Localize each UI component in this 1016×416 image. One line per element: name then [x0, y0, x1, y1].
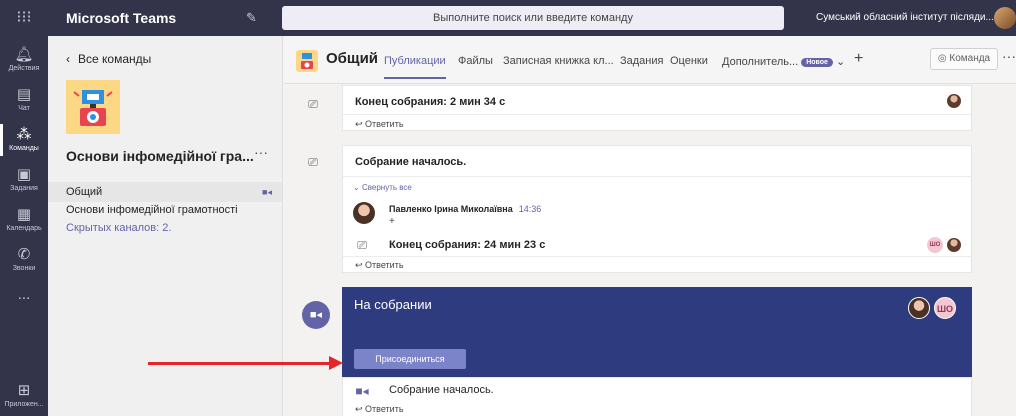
annotation-arrow-shaft: [148, 362, 332, 365]
annotation-arrow-head: [329, 356, 343, 370]
apps-icon: ⊞: [17, 382, 31, 399]
tab-files[interactable]: Файлы: [458, 55, 493, 67]
divider: [343, 256, 971, 257]
rail-item-more[interactable]: ...: [0, 280, 48, 320]
participant-initials-badge: ШО: [934, 297, 956, 319]
channel-header: Общий Публикации Файлы Записная книжка к…: [284, 36, 1016, 84]
channel-general[interactable]: Общий ■◂: [48, 182, 282, 202]
rail-item-label: Действия: [8, 65, 40, 72]
collapse-label: Свернуть все: [361, 183, 412, 192]
team-panel: ‹ Все команды Основи інфомедійної гра... …: [48, 36, 283, 416]
meeting-ended-icon: ⎚: [357, 238, 367, 252]
meeting-camera-icon: ■◂: [302, 301, 330, 329]
all-teams-label: Все команды: [78, 52, 152, 66]
tab-more-label: Дополнитель...: [722, 56, 799, 68]
channel-info-literacy[interactable]: Основи інфомедійної грамотності: [66, 204, 238, 216]
participant-avatar: [947, 238, 961, 252]
participant-avatar: [908, 297, 930, 319]
author-name: Павленко Ірина Миколаївна: [389, 204, 513, 214]
calls-icon: ✆: [17, 246, 31, 263]
calendar-icon: ▦: [16, 206, 32, 223]
participant-avatar: [947, 94, 961, 108]
app-title: Microsoft Teams: [66, 10, 177, 26]
reply-label: Ответить: [365, 260, 404, 270]
reply-label: Ответить: [365, 404, 404, 414]
search-input[interactable]: Выполните поиск или введите команду: [282, 6, 784, 30]
tab-grades[interactable]: Оценки: [670, 55, 708, 67]
rail-item-calendar[interactable]: ▦ Календарь: [0, 200, 48, 240]
rail-item-label: Чат: [18, 105, 30, 112]
rail-item-label: Задания: [10, 185, 38, 192]
channel-team-logo: [296, 50, 318, 72]
user-avatar[interactable]: [994, 7, 1016, 29]
team-info-button[interactable]: ◎ Команда: [930, 48, 998, 70]
meeting-camera-icon: ■◂: [262, 187, 272, 197]
post-meeting-started: Собрание началось. ⌄ Свернуть все Павлен…: [342, 145, 972, 273]
post-text: Конец собрания: 2 мин 34 с: [355, 96, 506, 108]
divider: [343, 114, 971, 115]
rail-item-label: Приложен...: [4, 401, 44, 408]
tab-class-notebook[interactable]: Записная книжка кл...: [503, 55, 614, 67]
reply-button[interactable]: ↩ Ответить: [355, 119, 404, 130]
rail-item-label: Звонки: [12, 265, 36, 272]
reply-content: +: [389, 216, 395, 227]
post-meeting-ended: Конец собрания: 2 мин 34 с ↩ Ответить: [342, 85, 972, 131]
rail-item-calls[interactable]: ✆ Звонки: [0, 240, 48, 280]
hidden-channels-link[interactable]: Скрытых каналов: 2.: [66, 222, 171, 234]
chevron-down-icon: ⌄: [836, 56, 846, 68]
reply-author: Павленко Ірина Миколаївна 14:36: [389, 204, 541, 214]
rail-item-chat[interactable]: ▤ Чат: [0, 80, 48, 120]
rail-item-apps[interactable]: ⊞ Приложен...: [0, 376, 48, 416]
add-tab-icon[interactable]: +: [854, 50, 863, 68]
collapse-all-link[interactable]: ⌄ Свернуть все: [353, 183, 412, 192]
all-teams-link[interactable]: ‹ Все команды: [66, 52, 151, 66]
teams-icon: ⁂: [16, 126, 32, 143]
camera-illustration-icon: [73, 90, 113, 126]
org-switcher[interactable]: Сумський обласний інститут післяди... ⌄: [816, 0, 1005, 36]
reply-button[interactable]: ↩ Ответить: [355, 404, 404, 415]
meeting-title: На собрании: [354, 297, 432, 312]
new-badge: Новое: [801, 57, 833, 67]
rail-item-teams[interactable]: ⁂ Команды: [0, 120, 48, 160]
assignments-icon: ▣: [16, 166, 32, 183]
rail-item-activity[interactable]: 🔔︎ Действия: [0, 40, 48, 80]
reply-label: Ответить: [365, 119, 404, 129]
meeting-camera-icon: ■◂: [355, 384, 369, 398]
bell-icon: 🔔︎: [14, 46, 34, 63]
top-bar: ⁝⁝⁝ Microsoft Teams ✎ Выполните поиск ил…: [0, 0, 1016, 36]
tab-more[interactable]: Дополнитель... Новое ⌄: [722, 55, 845, 68]
tab-posts[interactable]: Публикации: [384, 55, 446, 79]
channel-name: Общий: [326, 50, 379, 67]
team-logo: [66, 80, 120, 134]
meeting-status-text: Собрание началось.: [389, 384, 494, 396]
post-text: Собрание началось.: [355, 156, 467, 168]
chat-icon: ▤: [16, 86, 32, 103]
meeting-ended-icon: ⎚: [308, 97, 318, 111]
app-launcher-icon[interactable]: ⁝⁝⁝: [0, 0, 48, 36]
rail-item-label: Команды: [9, 145, 39, 152]
camera-small-icon: [301, 53, 313, 69]
meeting-end-text: Конец собрания: 24 мин 23 с: [389, 239, 546, 251]
meeting-in-progress-card: На собрании ШО Присоединиться: [342, 287, 972, 377]
channel-label: Общий: [66, 186, 103, 198]
rail-item-assignments[interactable]: ▣ Задания: [0, 160, 48, 200]
divider: [343, 176, 971, 177]
tab-assignments[interactable]: Задания: [620, 55, 663, 67]
participant-initials-badge: ШО: [927, 237, 943, 253]
conversation-feed: ⎚ Конец собрания: 2 мин 34 с ↩ Ответить …: [284, 85, 1016, 416]
join-meeting-button[interactable]: Присоединиться: [354, 349, 466, 369]
meeting-started-icon: ⎚: [308, 155, 318, 169]
compose-icon[interactable]: ✎: [246, 0, 257, 36]
team-name: Основи інфомедійної гра...: [66, 148, 254, 164]
author-avatar[interactable]: [353, 202, 375, 224]
meeting-status-row: ■◂ Собрание началось. ↩ Ответить: [342, 377, 972, 416]
chevron-left-icon: ‹: [66, 52, 70, 66]
more-icon: ...: [17, 286, 31, 303]
header-more-icon[interactable]: ···: [1002, 48, 1016, 64]
team-more-options-icon[interactable]: ···: [254, 144, 268, 160]
app-rail: 🔔︎ Действия ▤ Чат ⁂ Команды ▣ Задания ▦ …: [0, 36, 48, 416]
reply-time: 14:36: [518, 204, 542, 214]
rail-item-label: Календарь: [6, 225, 42, 232]
reply-button[interactable]: ↩ Ответить: [355, 260, 404, 271]
